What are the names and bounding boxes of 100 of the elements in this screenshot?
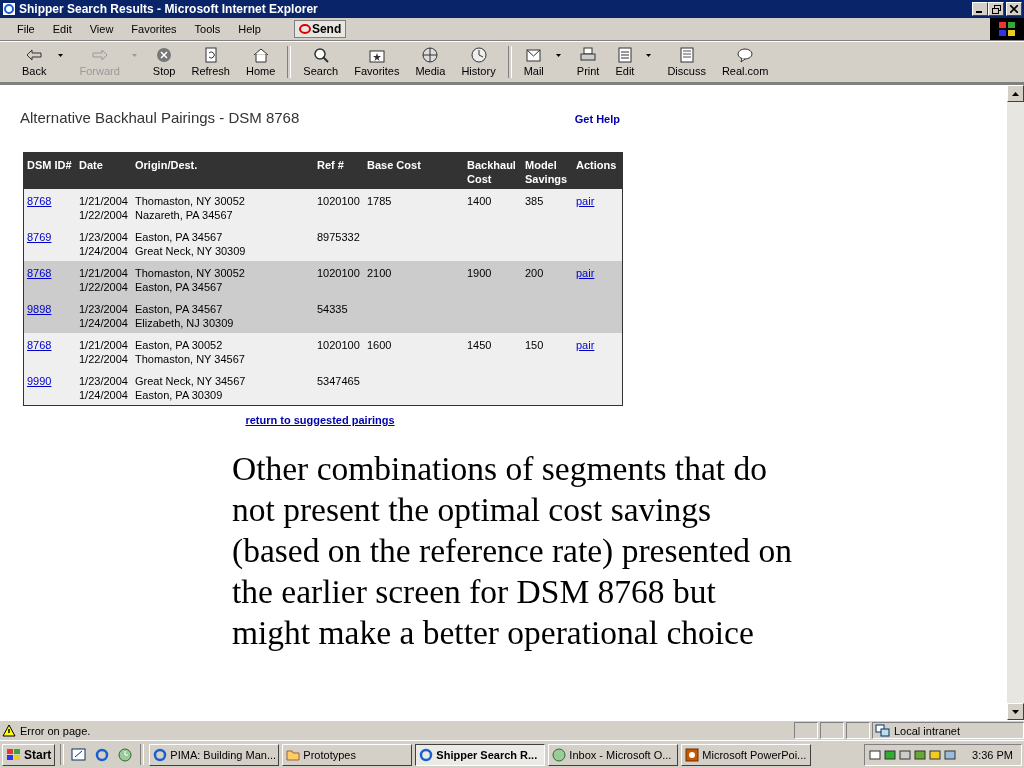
toolbar-button[interactable]: Favorites — [346, 47, 408, 77]
table-cell-text: 1/21/2004 — [79, 194, 129, 208]
table-cell: 2100 — [367, 267, 392, 279]
dsm-id-link[interactable]: 8768 — [27, 339, 52, 351]
table-cell: 1785 — [367, 195, 392, 207]
table-cell-text: Elizabeth, NJ 30309 — [135, 316, 235, 330]
close-button[interactable] — [1006, 2, 1022, 16]
scroll-down-button[interactable] — [1007, 703, 1024, 720]
table-cell-text: Great Neck, NY 34567 — [135, 374, 247, 388]
table-cell-text: Easton, PA 34567 — [135, 302, 224, 316]
toolbar-button[interactable]: Media — [407, 47, 454, 77]
column-header: Ref # — [317, 158, 345, 173]
pair-link[interactable]: pair — [576, 339, 595, 351]
toolbar-button[interactable]: Edit — [607, 47, 660, 77]
help-link[interactable]: Get Help — [574, 113, 620, 125]
table-cell-text: Thomaston, NY 30052 — [135, 266, 246, 280]
caret-icon — [131, 54, 137, 57]
toolbar-button[interactable]: Stop — [144, 47, 184, 77]
toolbar-button[interactable]: History — [453, 47, 504, 77]
table-cell-text: Nazareth, PA 34567 — [135, 208, 234, 222]
vertical-scrollbar[interactable] — [1007, 85, 1024, 720]
window-title: Shipper Search Results - Microsoft Internet Explorer — [19, 2, 319, 16]
table-cell: 5347465 — [317, 375, 360, 387]
scroll-up-button[interactable] — [1007, 85, 1024, 102]
table-cell: 1450 — [467, 339, 492, 351]
table-cell-text: 1/24/2004 — [79, 388, 129, 402]
pair-link[interactable]: pair — [576, 267, 595, 279]
table-cell-text: Easton, PA 34567 — [135, 280, 224, 294]
status-message: Error on page. — [20, 724, 91, 737]
return-link[interactable]: return to suggested pairings — [245, 414, 395, 426]
browser-icon — [94, 746, 111, 763]
pair-link[interactable]: pair — [576, 195, 595, 207]
dsm-id-link[interactable]: 8769 — [27, 231, 52, 243]
folder-icon — [286, 747, 301, 762]
windows-flag-icon — [998, 21, 1016, 37]
menu-item[interactable]: View — [80, 23, 123, 35]
table-cell-text: 1/24/2004 — [79, 244, 129, 258]
toolbar-button[interactable]: Mail — [515, 47, 569, 77]
column-header: Actions — [576, 158, 618, 173]
dsm-id-link[interactable]: 9898 — [27, 303, 52, 315]
send-icon — [298, 23, 311, 35]
toolbar-button[interactable]: Search — [295, 47, 347, 77]
restore-icon — [991, 4, 1001, 14]
close-icon — [1010, 5, 1018, 13]
start-button[interactable]: Start — [2, 743, 56, 766]
toolbar-button[interactable]: Back — [14, 47, 72, 77]
restore-button[interactable] — [988, 2, 1004, 16]
table-cell: 1400 — [467, 195, 492, 207]
menu-item[interactable]: File — [8, 23, 44, 35]
security-zone: Local intranet — [894, 724, 961, 737]
table-cell: 150 — [525, 339, 544, 351]
table-cell: 1900 — [467, 267, 492, 279]
table-cell: 385 — [525, 195, 544, 207]
table-cell-text: Easton, PA 34567 — [135, 230, 224, 244]
taskbar-button[interactable]: PIMA: Building Man... — [149, 743, 280, 766]
taskbar-button[interactable]: Inbox - Microsoft O... — [548, 743, 679, 766]
table-cell: 1600 — [367, 339, 392, 351]
caret-icon — [555, 54, 561, 57]
table-cell-text: Thomaston, NY 30052 — [135, 194, 246, 208]
dsm-id-link[interactable]: 9990 — [27, 375, 52, 387]
dsm-id-link[interactable]: 8768 — [27, 195, 52, 207]
table-cell-text: 1/24/2004 — [79, 316, 129, 330]
taskbar-button[interactable]: Microsoft PowerPoi... — [681, 743, 812, 766]
forward-arrow-icon — [90, 47, 109, 63]
status-pane — [846, 722, 870, 739]
toolbar-button[interactable]: Real.com — [713, 47, 777, 77]
browser-icon — [2, 2, 16, 16]
minimize-button[interactable] — [972, 2, 988, 16]
send-button[interactable]: Send — [293, 20, 347, 38]
caret-icon — [58, 54, 64, 57]
dsm-id-link[interactable]: 8768 — [27, 267, 52, 279]
clock-icon — [552, 747, 567, 762]
desktop-icon — [71, 746, 88, 763]
menu-item[interactable]: Edit — [43, 23, 81, 35]
column-header: Date — [79, 158, 104, 173]
clock: 3:36 PM — [972, 748, 1013, 761]
document-icon — [615, 47, 634, 63]
table-cell-text: Easton, PA 30309 — [135, 388, 224, 402]
table-cell-text: 1/22/2004 — [79, 208, 129, 222]
menu-item[interactable]: Favorites — [122, 23, 186, 35]
notepad-icon — [677, 47, 696, 63]
table-cell-text: 1/23/2004 — [79, 230, 129, 244]
page-heading: Alternative Backhaul Pairings - DSM 8768 — [20, 109, 300, 126]
clock-icon — [117, 746, 134, 763]
caret-icon — [1012, 91, 1019, 96]
taskbar-button[interactable]: Prototypes — [282, 743, 413, 766]
back-arrow-icon — [25, 47, 44, 63]
toolbar-button[interactable]: Refresh — [183, 47, 238, 77]
table-cell: 54335 — [317, 303, 348, 315]
column-header: DSM ID# — [27, 158, 73, 173]
taskbar-button[interactable]: Shipper Search R... — [415, 743, 546, 766]
toolbar-button[interactable]: Print — [568, 47, 608, 77]
slides-icon — [685, 747, 700, 762]
menu-item[interactable]: Help — [229, 23, 270, 35]
table-cell-text: 1/21/2004 — [79, 266, 129, 280]
menu-item[interactable]: Tools — [185, 23, 230, 35]
column-header: Model Savings — [525, 158, 569, 187]
toolbar-button[interactable]: Home — [238, 47, 284, 77]
table-cell-text: 1/21/2004 — [79, 338, 129, 352]
toolbar-button[interactable]: Discuss — [659, 47, 714, 77]
